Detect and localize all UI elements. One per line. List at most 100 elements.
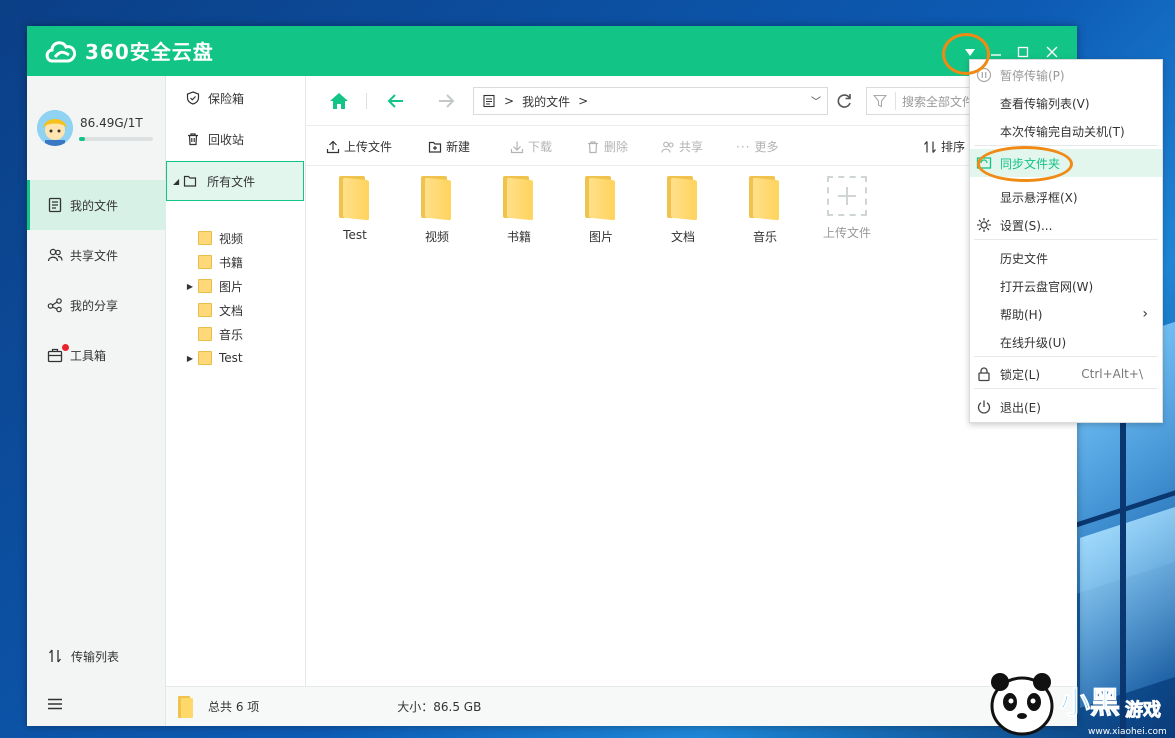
filter-icon[interactable] [873,94,887,108]
settings-menu-button[interactable] [27,684,166,724]
folder-icon [421,176,453,221]
avatar[interactable] [37,110,73,146]
menu-item-2[interactable]: 本次传输完自动关机(T) [970,117,1162,145]
hamburger-menu-icon [48,698,62,710]
tree-item-label: 视频 [219,231,244,246]
title-bar[interactable]: 360安全云盘 [27,26,1077,76]
tree-item-label: 书籍 [219,255,244,270]
tree-item-safe-box[interactable]: 保险箱 [166,78,305,118]
menu-item-5[interactable]: 设置(S)... [970,211,1162,239]
menu-separator [974,388,1158,389]
arrow-left-icon [387,94,403,108]
share-button[interactable]: 共享 [661,138,703,155]
account-panel[interactable]: 86.49G/1T [37,110,162,150]
new-button[interactable]: 新建 [428,138,470,155]
menu-item-11[interactable]: 退出(E) [970,393,1162,421]
file-item[interactable]: 音乐 [730,176,800,246]
menu-separator [974,145,1158,146]
menu-item-10[interactable]: 锁定(L) Ctrl+Alt+\ [970,360,1162,388]
power-icon [977,400,991,414]
nav-my-shares[interactable]: 我的分享 [27,280,166,330]
tree-folder-5[interactable]: ▶ Test [166,346,305,370]
upload-file-tile[interactable]: 上传文件 [812,176,882,246]
nav-toolbox[interactable]: 工具箱 [27,330,166,380]
menu-item-8[interactable]: 帮助(H) › [970,300,1162,328]
tree-item-label: 文档 [219,303,244,318]
sort-button[interactable]: 排序 [923,138,965,155]
annotation-circle [977,146,1073,182]
file-toolbar: 上传文件 新建 下载 删除 共享 ··· 更多 排序 [306,126,1077,166]
file-name: 文档 [670,230,695,244]
back-button[interactable] [386,91,406,111]
chevron-down-icon[interactable]: ﹀ [811,93,821,108]
refresh-button[interactable] [834,91,854,111]
forward-button[interactable] [436,91,456,111]
tree-item-label: Test [219,351,243,365]
nav-transfer-list[interactable]: 传输列表 [27,636,166,676]
tool-label: 更多 [754,140,779,154]
expand-triangle-icon[interactable]: ▶ [178,354,198,363]
search-input[interactable]: 搜索全部文件 [866,87,986,115]
nav-label: 我的文件 [70,198,119,213]
menu-item-label: 查看传输列表(V) [1000,96,1090,111]
collapse-triangle-icon[interactable]: ◢ [173,177,179,186]
breadcrumb[interactable]: > 我的文件 > ﹀ [473,87,828,115]
tree-item-label: 所有文件 [207,174,256,189]
file-item[interactable]: 视频 [402,176,472,246]
menu-item-7[interactable]: 打开云盘官网(W) [970,272,1162,300]
tool-label: 下载 [528,140,553,154]
svg-text:游戏: 游戏 [1125,699,1161,721]
folder-icon [178,695,193,718]
nav-my-files[interactable]: 我的文件 [27,180,166,230]
breadcrumb-item-my-files[interactable]: 我的文件 [522,93,570,110]
cartoon-avatar-icon [37,110,73,146]
delete-button[interactable]: 删除 [586,138,628,155]
file-item[interactable]: 文档 [648,176,718,246]
document-icon [48,197,62,213]
svg-text:www.xiaohei.com: www.xiaohei.com [1088,727,1167,737]
menu-item-1[interactable]: 查看传输列表(V) [970,89,1162,117]
plus-icon [827,176,867,216]
nav-shared-files[interactable]: 共享文件 [27,230,166,280]
users-icon [47,248,63,262]
search-placeholder: 搜索全部文件 [902,94,975,109]
menu-item-label: 设置(S)... [1000,218,1053,233]
app-title: 360安全云盘 [85,40,214,64]
expand-triangle-icon[interactable]: ▶ [178,282,198,291]
tree-item-label: 图片 [219,279,244,294]
app-window: 360安全云盘 86.49G/1T 我的文件 共享文件 我的分享 工具箱 传输列… [27,26,1077,726]
tree-item-recycle-bin[interactable]: 回收站 [166,119,305,159]
cloud-logo-icon [45,40,77,62]
file-name: 书籍 [506,230,531,244]
download-button[interactable]: 下载 [510,138,552,155]
app-logo: 360安全云盘 [43,36,214,65]
upload-button[interactable]: 上传文件 [326,138,392,155]
tree-item-all-files[interactable]: ◢ 所有文件 [166,161,304,201]
menu-item-label: 暂停传输(P) [1000,68,1065,83]
storage-quota-bar [79,137,153,141]
breadcrumb-separator: > [504,94,515,108]
folder-outline-icon [184,175,197,187]
folder-icon [198,327,212,341]
panda-logo-icon: 小黑 游戏 www.xiaohei.com [990,673,1167,737]
menu-item-label: 打开云盘官网(W) [1000,279,1094,294]
status-bar: 总共 6 项 大小：86.5 GB [166,686,1077,726]
menu-item-6[interactable]: 历史文件 [970,244,1162,272]
menu-item-9[interactable]: 在线升级(U) [970,328,1162,356]
menu-separator [974,239,1158,240]
file-item[interactable]: 图片 [566,176,636,246]
home-button[interactable] [329,91,349,111]
tree-folder-2[interactable]: ▶ 图片 [166,274,305,298]
tree-folder-1[interactable]: 书籍 [166,250,305,274]
menu-item-0[interactable]: 暂停传输(P) [970,61,1162,89]
tree-folder-0[interactable]: 视频 [166,226,305,250]
file-item[interactable]: Test [320,176,390,246]
tree-folder-4[interactable]: 音乐 [166,322,305,346]
menu-item-4[interactable]: 显示悬浮框(X) [970,183,1162,211]
tree-item-label: 保险箱 [208,91,245,106]
file-grid: Test 视频 书籍 图片 文档 音乐 [306,171,1077,271]
file-item[interactable]: 书籍 [484,176,554,246]
tree-folder-3[interactable]: 文档 [166,298,305,322]
total-size: 大小：86.5 GB [397,700,482,714]
more-button[interactable]: ··· 更多 [736,138,778,155]
